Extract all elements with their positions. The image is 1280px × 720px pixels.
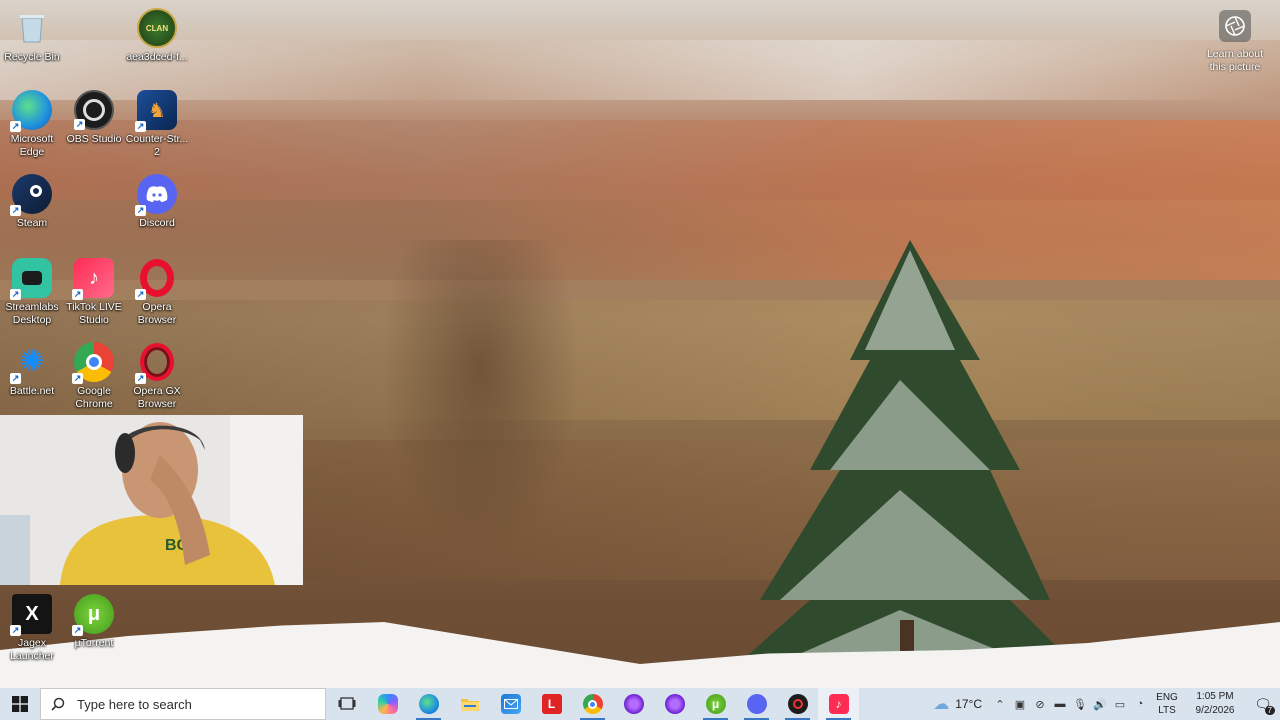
tiktok-icon: ♪ (828, 694, 849, 714)
language-indicator[interactable]: ENG LTS (1150, 691, 1184, 717)
desktop-icon-jagex[interactable]: X ↗ Jagex Launcher (0, 594, 64, 663)
taskbar-obs[interactable] (777, 688, 818, 720)
discord-icon (746, 694, 767, 714)
desktop-icon-streamlabs[interactable]: ↗ Streamlabs Desktop (0, 258, 64, 327)
desktop-icon-utorrent[interactable]: μ ↗ µTorrent (62, 594, 126, 650)
taskbar-utorrent[interactable]: μ (695, 688, 736, 720)
taskbar-discord[interactable] (736, 688, 777, 720)
taskbar-chrome[interactable] (572, 688, 613, 720)
clock-time: 1:05 PM (1196, 691, 1234, 702)
chrome-icon: ↗ (72, 342, 114, 384)
discord-icon: ↗ (135, 174, 177, 216)
start-button[interactable] (0, 688, 40, 720)
purple-circle-icon (623, 694, 644, 714)
desktop-icon-counter-strike[interactable]: ♞ ↗ Counter-Str... 2 (125, 90, 189, 159)
notification-center-button[interactable]: 🗨 7 (1246, 688, 1280, 720)
desktop-icon-edge[interactable]: ↗ Microsoft Edge (0, 90, 64, 159)
edge-icon (418, 694, 439, 714)
cloud-icon: ☁ (933, 696, 950, 713)
chrome-icon (582, 694, 603, 714)
obs-icon: ↗ (74, 90, 114, 130)
taskbar-search-box[interactable]: Type here to search (40, 688, 326, 720)
utorrent-icon: μ ↗ (72, 594, 114, 636)
camera-lens-icon (1219, 10, 1251, 42)
windows-logo-icon (12, 696, 28, 712)
tree-illustration (720, 240, 1090, 688)
desktop-icon-discord[interactable]: ↗ Discord (125, 174, 189, 230)
taskbar-tiktok-live[interactable]: ♪ (818, 688, 859, 720)
microphone-icon[interactable]: 🎙 (1070, 688, 1090, 720)
purple-circle-icon (664, 694, 685, 714)
wifi-icon[interactable]: ◔ (1130, 688, 1150, 720)
display-icon[interactable]: ▭ (1110, 688, 1130, 720)
weather-temperature: 17°C (955, 697, 982, 711)
taskbar-purple-app-1[interactable] (613, 688, 654, 720)
mail-icon (500, 694, 521, 714)
desktop-icon-obs[interactable]: ↗ OBS Studio (62, 90, 126, 146)
task-view-icon (337, 694, 357, 714)
battlenet-icon: ✺ ↗ (10, 345, 45, 384)
copilot-icon (377, 694, 398, 714)
taskbar-l-app[interactable]: L (531, 688, 572, 720)
counter-strike-icon: ♞ ↗ (135, 90, 177, 132)
desktop-icon-recycle-bin[interactable]: Recycle Bin (0, 8, 64, 64)
weather-widget[interactable]: ☁ 17°C (933, 694, 982, 714)
steam-icon: ↗ (10, 174, 52, 216)
desktop-icon-battlenet[interactable]: ✺ ↗ Battle.net (0, 342, 64, 398)
webcam-overlay: BC (0, 415, 303, 585)
taskbar-copilot[interactable] (367, 688, 408, 720)
taskbar-file-explorer[interactable] (449, 688, 490, 720)
taskbar-task-view[interactable] (326, 688, 367, 720)
folder-icon (460, 694, 480, 714)
desktop-icon-steam[interactable]: ↗ Steam (0, 174, 64, 230)
desktop-icon-chrome[interactable]: ↗ Google Chrome (62, 342, 126, 411)
jagex-icon: X ↗ (10, 594, 52, 636)
desktop-icon-tiktok-live[interactable]: ♪ ↗ TikTok LIVE Studio (62, 258, 126, 327)
taskbar: Type here to search L μ ♪ ☁ 17°C ⌃ ▣ ⊘ ▬… (0, 688, 1280, 720)
clock-date: 9/2/2026 (1195, 705, 1235, 716)
recycle-bin-icon (12, 8, 52, 48)
taskbar-purple-app-2[interactable] (654, 688, 695, 720)
streamlabs-icon: ↗ (10, 258, 52, 300)
tiktok-live-icon: ♪ ↗ (72, 258, 114, 300)
search-placeholder: Type here to search (77, 696, 192, 712)
battery-icon[interactable]: ▬ (1050, 688, 1070, 720)
chevron-up-icon[interactable]: ⌃ (990, 688, 1010, 720)
shortcut-arrow-icon: ↗ (10, 121, 21, 132)
image-file-icon: CLAN (137, 8, 177, 48)
opera-gx-icon: ↗ (135, 342, 177, 384)
learn-about-picture[interactable]: Learn about this picture (1202, 10, 1268, 74)
search-icon (51, 697, 65, 711)
clock[interactable]: 1:05 PM 9/2/2026 (1184, 690, 1246, 718)
desktop-icon-opera-gx[interactable]: ↗ Opera GX Browser (125, 342, 189, 411)
volume-icon[interactable]: 🔊 (1090, 688, 1110, 720)
obs-icon (787, 694, 808, 714)
desktop-icon-image-file[interactable]: CLAN aea3dced-f... (125, 8, 189, 64)
utorrent-icon: μ (705, 694, 726, 714)
taskbar-edge[interactable] (408, 688, 449, 720)
eye-slash-icon[interactable]: ⊘ (1030, 688, 1050, 720)
taskbar-outlook[interactable] (490, 688, 531, 720)
tray-app-icon[interactable]: ▣ (1010, 688, 1030, 720)
l-app-icon: L (541, 694, 562, 714)
desktop-icon-opera[interactable]: ↗ Opera Browser (125, 258, 189, 327)
system-tray: ☁ 17°C ⌃ ▣ ⊘ ▬ 🎙 🔊 ▭ ◔ ENG LTS 1:05 PM 9… (933, 688, 1280, 720)
edge-icon: ↗ (10, 90, 52, 132)
notification-count: 7 (1264, 706, 1275, 715)
opera-icon: ↗ (135, 258, 177, 300)
